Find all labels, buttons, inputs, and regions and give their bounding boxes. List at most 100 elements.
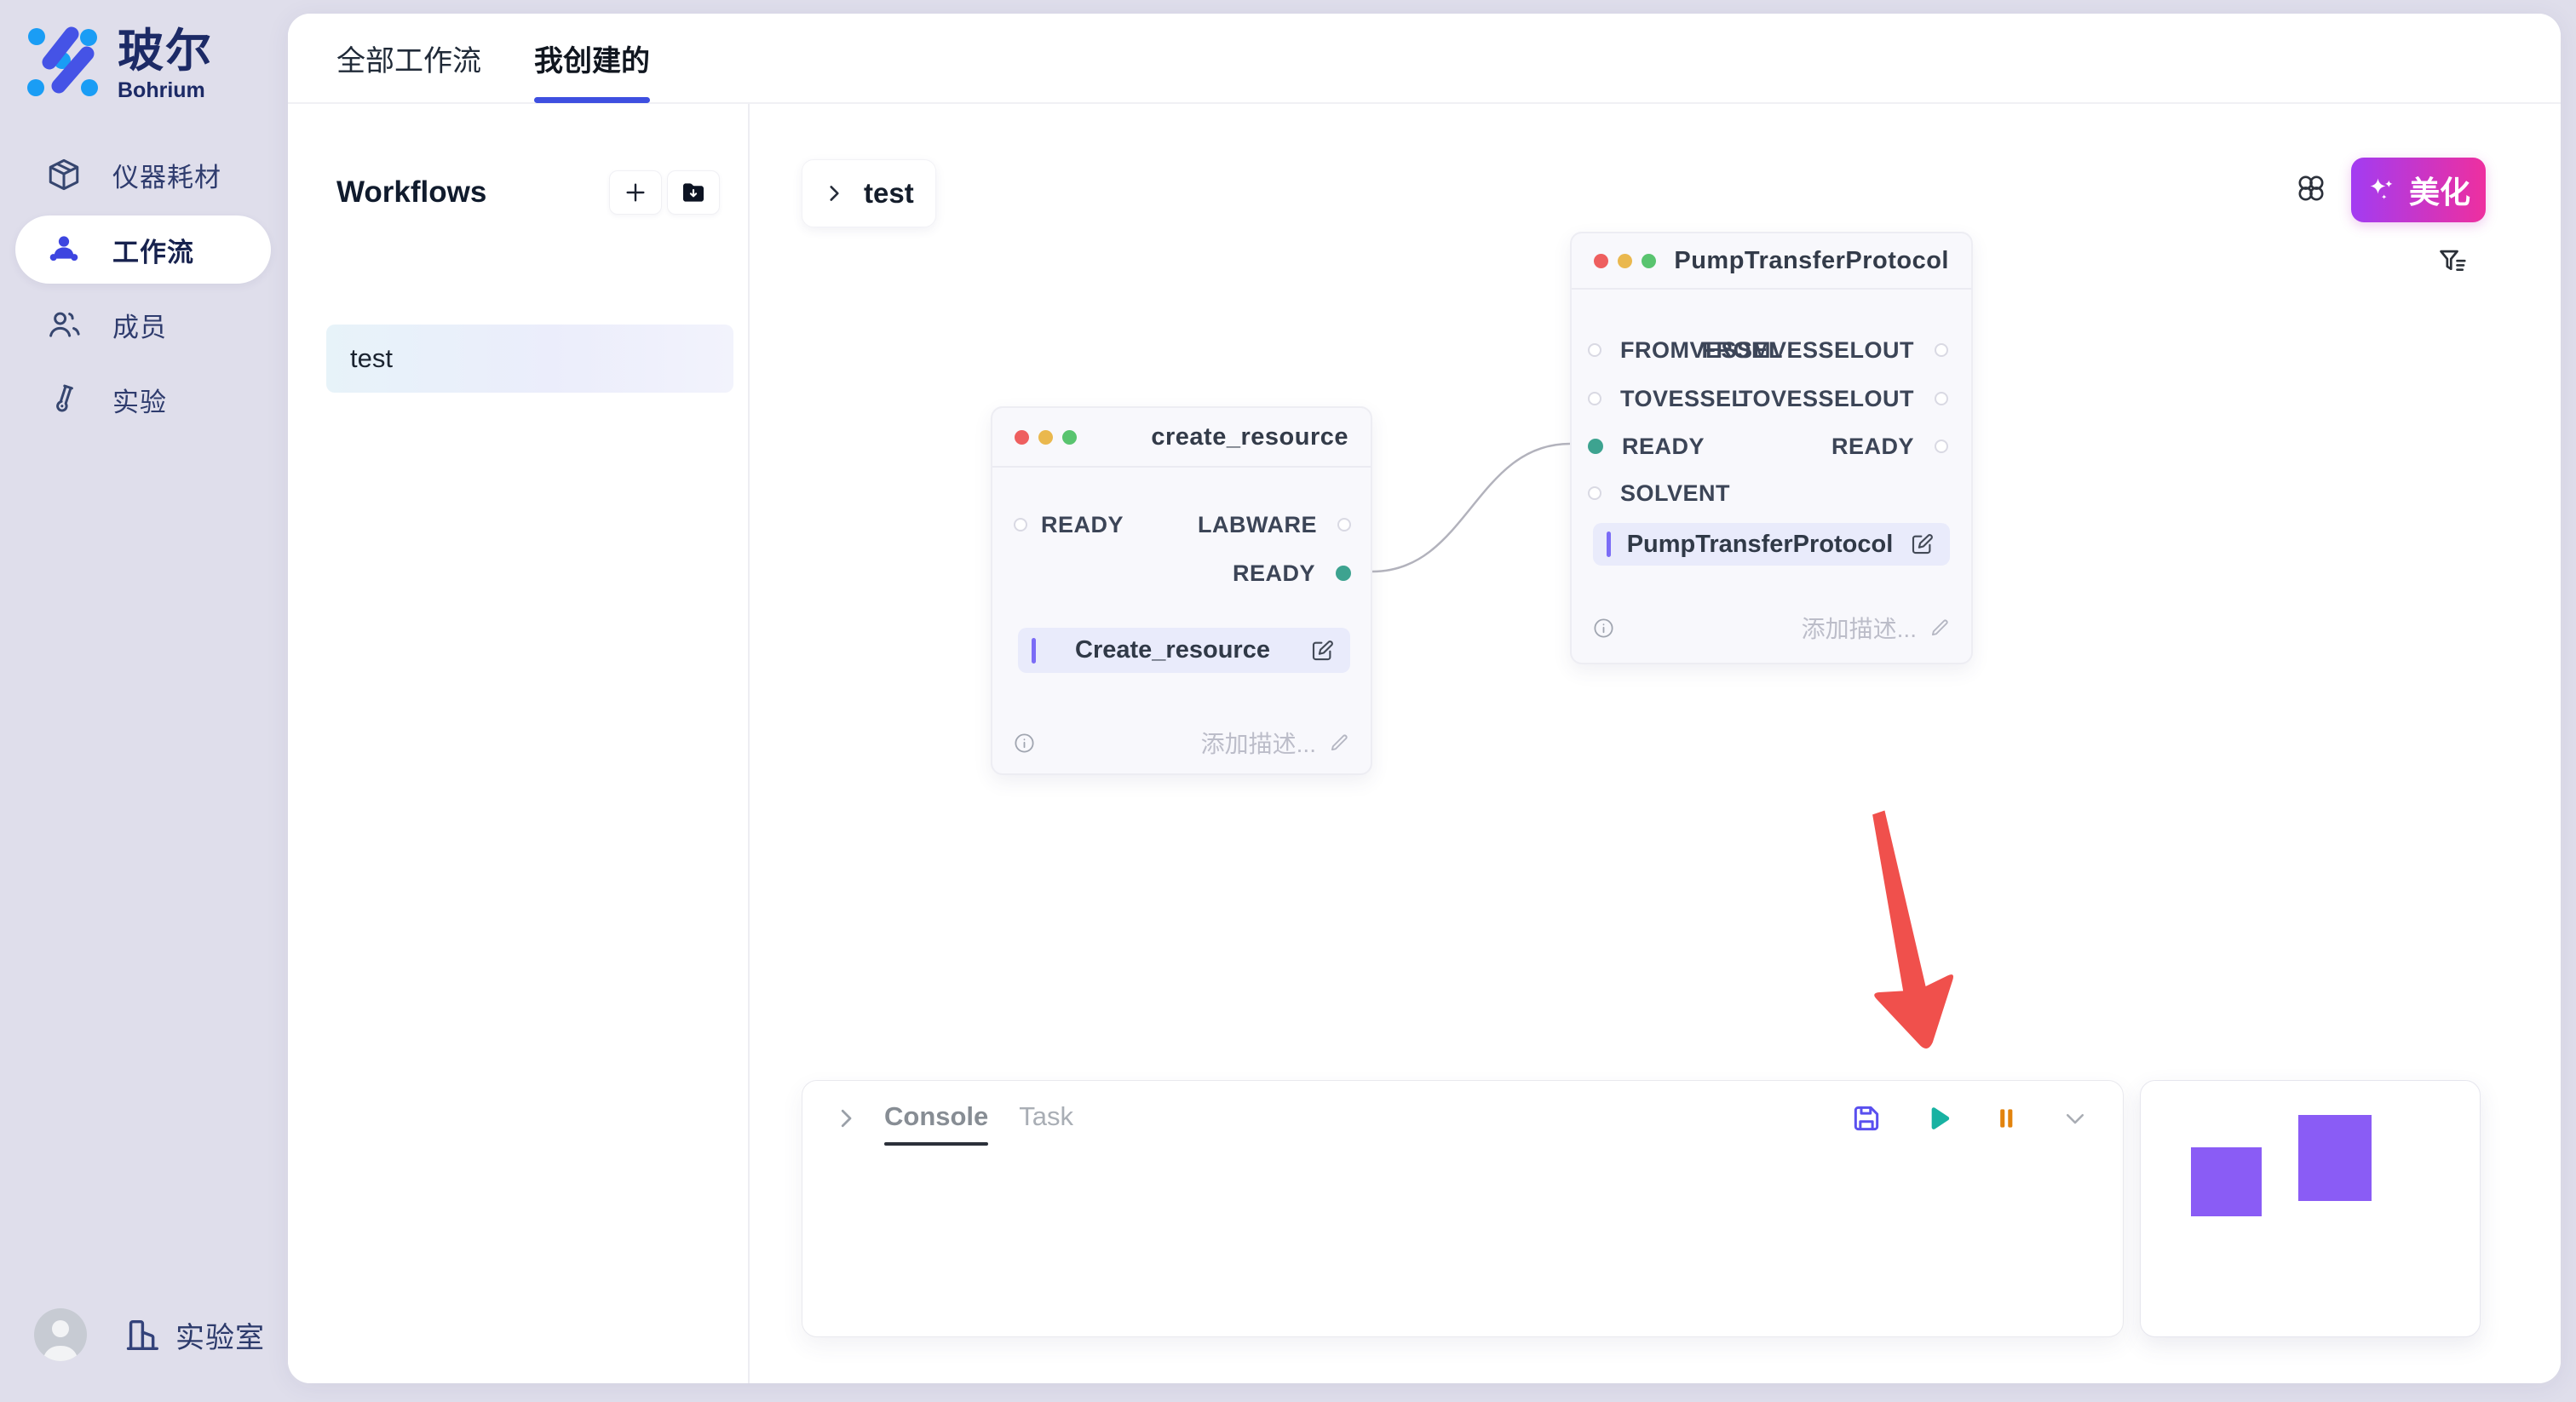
play-icon[interactable] [1920, 1101, 1954, 1135]
node-title: create_resource [1151, 423, 1348, 451]
description-placeholder[interactable]: 添加描述... [1201, 726, 1316, 760]
tab-my-created[interactable]: 我创建的 [534, 14, 650, 103]
import-workflow-button[interactable] [667, 170, 720, 215]
node-description-row: 添加描述... [992, 726, 1371, 760]
collapse-chevron-icon[interactable] [833, 1106, 859, 1131]
port-handle-connected[interactable] [1336, 566, 1351, 581]
chevron-right-icon [823, 182, 845, 204]
sidebar: 玻尔 Bohrium 仪器耗材 工作流 [0, 0, 288, 1402]
node-header: PumpTransferProtocol [1572, 233, 1971, 290]
sidebar-item-label: 成员 [112, 306, 167, 344]
port-handle[interactable] [1935, 440, 1948, 453]
members-icon [46, 307, 82, 342]
port-output-fromvesselout: FROMVESSELOUT [1701, 336, 1971, 364]
traffic-light-yellow [1618, 254, 1632, 268]
breadcrumb[interactable]: test [802, 159, 936, 227]
box-icon [46, 157, 82, 192]
traffic-light-yellow [1038, 430, 1053, 445]
minimap[interactable] [2140, 1080, 2481, 1337]
tab-task[interactable]: Task [1019, 1101, 1073, 1135]
beautify-button[interactable]: 美化 [2351, 158, 2486, 222]
folder-import-icon [680, 179, 707, 206]
port-output-labware: LABWARE [1198, 511, 1371, 538]
workflow-item-name: test [350, 343, 393, 374]
port-input-solvent: SOLVENT [1572, 480, 1730, 507]
sidebar-item-label: 工作流 [112, 231, 194, 269]
pill-label: Create_resource [1036, 636, 1309, 664]
node-pump-transfer-protocol[interactable]: PumpTransferProtocol FROMVESSEL TOVESSEL… [1570, 232, 1973, 664]
pencil-icon[interactable] [1328, 732, 1350, 754]
traffic-light-red [1015, 430, 1029, 445]
port-input-ready: READY [1572, 433, 1705, 460]
node-action-pill[interactable]: Create_resource [1018, 628, 1350, 673]
chevron-down-icon[interactable] [2058, 1106, 2092, 1131]
description-placeholder[interactable]: 添加描述... [1802, 611, 1917, 645]
breadcrumb-label: test [864, 177, 914, 210]
beautify-label: 美化 [2409, 168, 2470, 212]
filter-icon[interactable] [2436, 245, 2469, 278]
node-title: PumpTransferProtocol [1674, 247, 1949, 275]
workflow-list-panel: Workflows test [288, 104, 748, 1383]
plus-icon [622, 179, 649, 206]
port-handle[interactable] [1337, 518, 1351, 531]
bohrium-logo-icon [24, 26, 101, 99]
minimap-node-create-resource [2191, 1147, 2262, 1216]
sidebar-item-workflow[interactable]: 工作流 [15, 215, 271, 284]
main-panel: 全部工作流 我创建的 Workflows test [288, 14, 2561, 1383]
minimap-node-pump-transfer [2298, 1115, 2372, 1201]
add-workflow-button[interactable] [609, 170, 662, 215]
port-input-ready: READY [992, 511, 1124, 538]
command-palette-icon[interactable] [2294, 171, 2328, 205]
workflow-panel-title: Workflows [336, 175, 486, 210]
port-output-ready: READY [1831, 433, 1971, 460]
node-description-row: 添加描述... [1572, 611, 1971, 645]
sidebar-nav: 仪器耗材 工作流 成员 [15, 141, 271, 440]
port-handle[interactable] [1935, 343, 1948, 357]
lab-label: 实验室 [175, 1314, 265, 1356]
node-header: create_resource [992, 408, 1371, 468]
sidebar-item-instruments[interactable]: 仪器耗材 [15, 141, 271, 209]
traffic-light-green [1062, 430, 1077, 445]
port-output-tovesselout: TOVESSELOUT [1739, 385, 1971, 412]
workflow-tabs: 全部工作流 我创建的 [288, 14, 2561, 104]
brand-name-en: Bohrium [118, 78, 213, 103]
traffic-light-green [1642, 254, 1656, 268]
port-handle[interactable] [1588, 486, 1601, 500]
port-handle-connected[interactable] [1588, 439, 1603, 454]
pill-label: PumpTransferProtocol [1611, 531, 1909, 559]
workflow-list-item[interactable]: test [326, 325, 733, 393]
port-input-tovessel: TOVESSEL [1572, 385, 1746, 412]
pause-icon[interactable] [1992, 1102, 2021, 1135]
port-handle[interactable] [1935, 392, 1948, 405]
brand-logo: 玻尔 Bohrium [24, 26, 213, 103]
sidebar-item-experiments[interactable]: 实验 [15, 365, 271, 434]
pencil-icon[interactable] [1929, 617, 1951, 639]
port-output-ready: READY [1233, 560, 1371, 587]
sidebar-item-label: 仪器耗材 [112, 156, 221, 194]
edit-icon[interactable] [1909, 531, 1935, 557]
traffic-lights [1015, 430, 1077, 445]
save-icon[interactable] [1850, 1102, 1883, 1135]
avatar[interactable] [34, 1308, 87, 1361]
experiment-icon [46, 382, 82, 417]
sidebar-item-members[interactable]: 成员 [15, 290, 271, 359]
info-icon[interactable] [1592, 617, 1615, 640]
workflow-icon [46, 232, 82, 267]
sparkles-icon [2366, 175, 2397, 205]
lab-switcher[interactable]: 实验室 [123, 1314, 265, 1356]
port-handle[interactable] [1588, 392, 1601, 405]
node-create-resource[interactable]: create_resource READY LABWARE READY Crea… [991, 406, 1372, 775]
building-icon [123, 1315, 162, 1354]
port-handle[interactable] [1014, 518, 1027, 531]
port-handle[interactable] [1588, 343, 1601, 357]
traffic-light-red [1594, 254, 1608, 268]
traffic-lights [1594, 254, 1656, 268]
tab-all-workflows[interactable]: 全部工作流 [336, 14, 481, 103]
node-action-pill[interactable]: PumpTransferProtocol [1593, 523, 1950, 566]
info-icon[interactable] [1013, 732, 1036, 755]
console-panel: Console Task [802, 1080, 2124, 1337]
tab-console[interactable]: Console [884, 1101, 988, 1135]
edit-icon[interactable] [1309, 638, 1335, 664]
brand-name-zh: 玻尔 [118, 26, 213, 77]
sidebar-item-label: 实验 [112, 381, 167, 419]
